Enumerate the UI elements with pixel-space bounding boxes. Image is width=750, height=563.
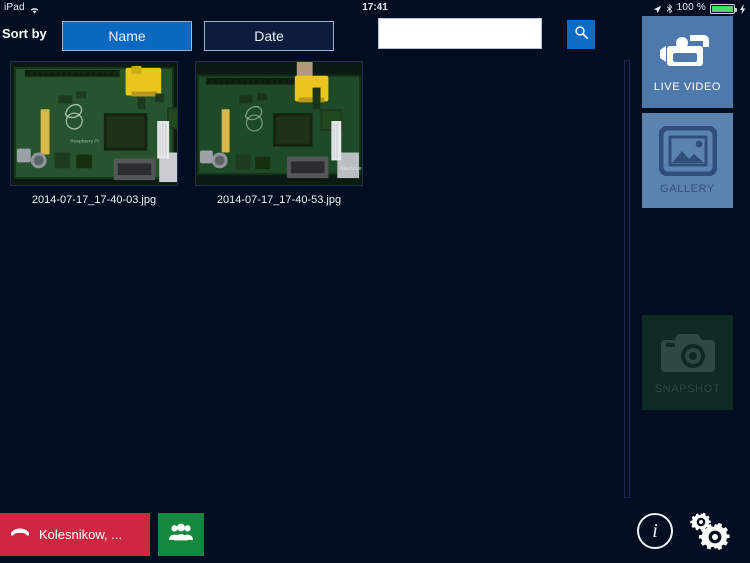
thumbnail-filename: 2014-07-17_17-40-53.jpg [216,194,342,206]
hangup-call-button[interactable]: Kolesnikow, ... [0,513,150,556]
participants-button[interactable] [158,513,204,556]
sort-by-name-button[interactable]: Name [62,21,192,51]
gallery-label: GALLERY [660,183,715,195]
svg-text:MaxVue: MaxVue [340,166,362,172]
caller-name-label: Kolesnikow, ... [39,527,123,542]
info-button[interactable]: i [637,513,673,549]
gears-icon [684,512,730,558]
app-root: iPad 17:41 100 % Sort by Name Date Raspb… [0,0,750,563]
gallery-grid: Raspberry Pi 2014-07-17_17-40-03.jpg Max… [0,55,622,500]
search-icon [574,25,589,45]
snapshot-button[interactable]: SNAPSHOT [642,315,733,410]
search-bar [378,18,595,49]
search-input[interactable] [379,19,567,48]
image-icon [658,125,717,181]
snapshot-label: SNAPSHOT [654,383,721,395]
group-people-icon [169,523,193,546]
live-video-button[interactable]: LIVE VIDEO [642,16,733,108]
info-icon: i [652,519,658,542]
video-camera-icon [659,32,716,79]
search-button[interactable] [567,20,595,49]
gallery-item[interactable]: Raspberry Pi 2014-07-17_17-40-03.jpg [10,61,185,216]
live-video-label: LIVE VIDEO [653,80,722,93]
gallery-item[interactable]: MaxVue 2014-07-17_17-40-53.jpg [195,61,370,216]
status-bar-clock: 17:41 [362,2,388,13]
sort-by-date-button[interactable]: Date [204,21,334,51]
sort-by-label: Sort by [2,26,47,41]
thumbnail-filename: 2014-07-17_17-40-03.jpg [31,194,157,206]
gallery-scrollbar[interactable] [624,60,630,498]
camera-icon [659,330,717,381]
hangup-phone-icon [10,526,30,544]
thumbnail-image[interactable]: Raspberry Pi [10,61,178,186]
right-rail: LIVE VIDEO GALLERY SNAPSHOT [642,0,750,563]
status-bar: iPad 17:41 100 % [0,0,750,15]
settings-button[interactable] [684,508,730,554]
svg-text:Raspberry Pi: Raspberry Pi [70,139,99,145]
gallery-button[interactable]: GALLERY [642,113,733,208]
thumbnail-image[interactable]: MaxVue [195,61,363,186]
